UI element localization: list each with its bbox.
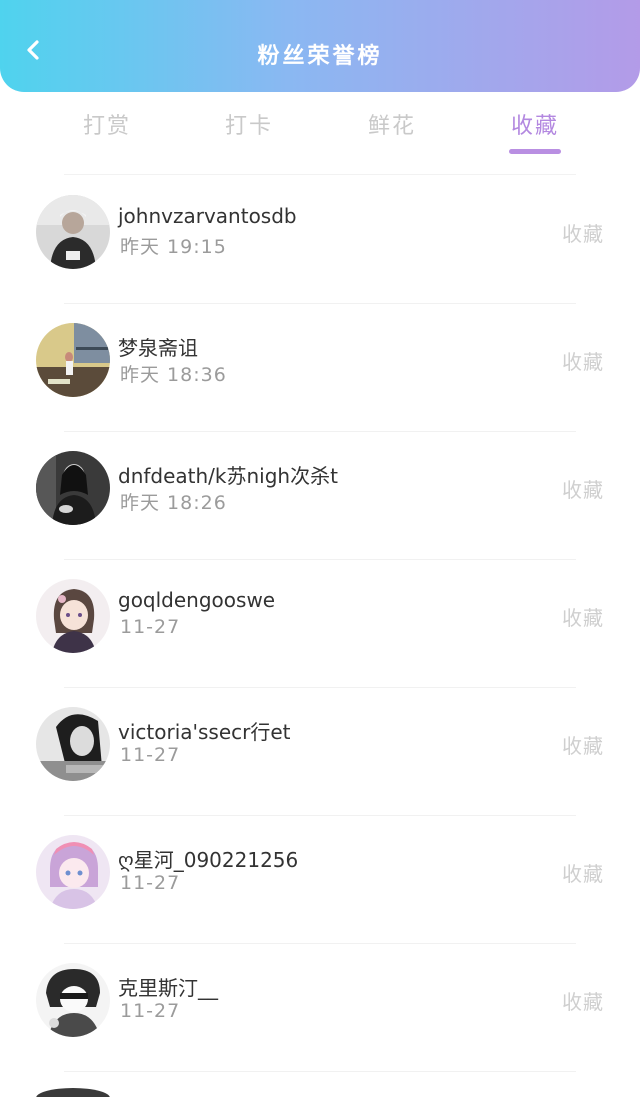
- favorite-label: 收藏: [562, 222, 604, 246]
- favorite-label: 收藏: [562, 990, 604, 1014]
- user-name: victoria'ssecr行et: [118, 720, 291, 744]
- avatar: [36, 579, 110, 653]
- user-name: goqldengooswe: [118, 588, 276, 612]
- avatar: [36, 963, 110, 1037]
- user-name: 克里斯汀__: [118, 976, 218, 1000]
- favorite-label: 收藏: [562, 606, 604, 630]
- favorite-label: 收藏: [562, 862, 604, 886]
- timestamp: 11-27: [120, 872, 181, 894]
- tab-reward[interactable]: 打赏: [57, 108, 157, 140]
- timestamp: 昨天 19:15: [120, 236, 227, 258]
- tab-favorites[interactable]: 收藏: [485, 108, 585, 140]
- timestamp: 昨天 18:36: [120, 364, 227, 386]
- header-bar: 粉丝荣誉榜: [0, 0, 640, 92]
- avatar: [36, 323, 110, 397]
- page-title: 粉丝荣誉榜: [257, 44, 383, 69]
- list-item[interactable]: 梦泉斋诅 昨天 18:36 收藏: [0, 304, 640, 432]
- avatar: [36, 195, 110, 269]
- user-name: dnfdeath/k苏nigh次杀t: [118, 464, 338, 488]
- list-item[interactable]: ღ星河_090221256 11-27 收藏: [0, 816, 640, 944]
- active-tab-indicator: [509, 149, 561, 154]
- tab-bar: 打赏 打卡 鲜花 收藏: [0, 92, 640, 176]
- avatar: [36, 835, 110, 909]
- list-item[interactable]: johnvzarvantosdb 昨天 19:15 收藏: [0, 176, 640, 304]
- list-item[interactable]: 克里斯汀__ 11-27 收藏: [0, 944, 640, 1072]
- list-item[interactable]: victoria'ssecr行et 11-27 收藏: [0, 688, 640, 816]
- divider: [64, 174, 576, 175]
- timestamp: 11-27: [120, 616, 181, 638]
- favorite-label: 收藏: [562, 734, 604, 758]
- list-item[interactable]: dnfdeath/k苏nigh次杀t 昨天 18:26 收藏: [0, 432, 640, 560]
- timestamp: 昨天 18:26: [120, 492, 227, 514]
- list-item[interactable]: goqldengooswe 11-27 收藏: [0, 560, 640, 688]
- fan-list: johnvzarvantosdb 昨天 19:15 收藏 梦泉斋诅 昨天 18:…: [0, 176, 640, 1072]
- user-name: johnvzarvantosdb: [118, 204, 297, 228]
- tab-checkin[interactable]: 打卡: [199, 108, 299, 140]
- favorite-label: 收藏: [562, 350, 604, 374]
- user-name: ღ星河_090221256: [118, 848, 299, 872]
- favorite-label: 收藏: [562, 478, 604, 502]
- avatar: [36, 707, 110, 781]
- timestamp: 11-27: [120, 1000, 181, 1022]
- user-name: 梦泉斋诅: [118, 336, 198, 360]
- avatar: [36, 451, 110, 525]
- avatar: [36, 1088, 110, 1097]
- timestamp: 11-27: [120, 744, 181, 766]
- tab-flowers[interactable]: 鲜花: [342, 108, 442, 140]
